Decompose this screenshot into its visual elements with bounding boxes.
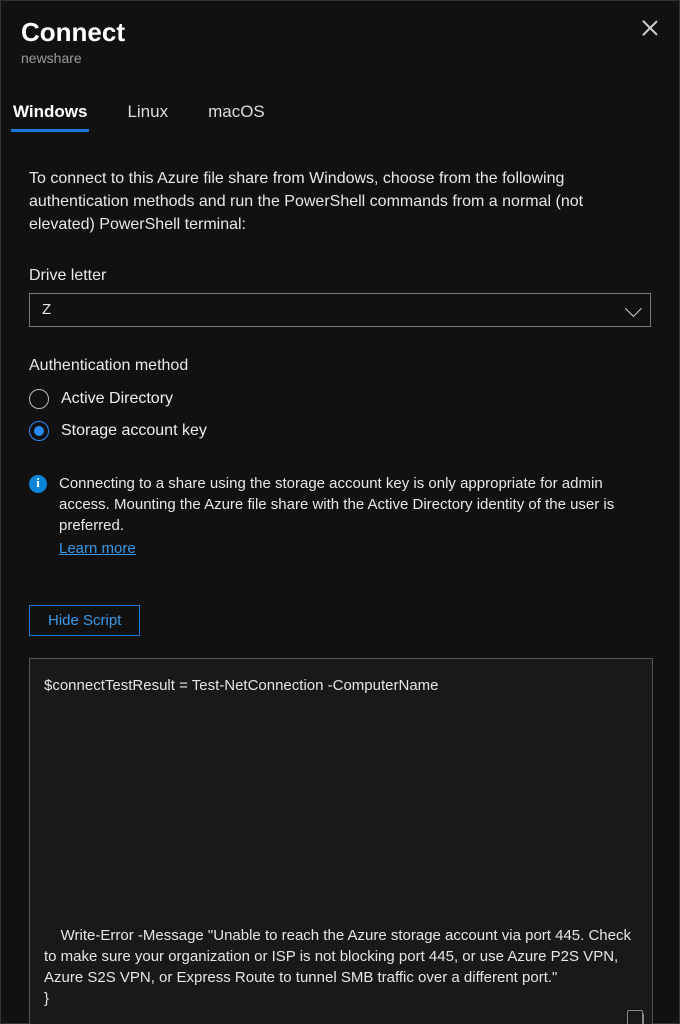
learn-more-link[interactable]: Learn more <box>59 538 136 559</box>
copy-icon[interactable] <box>630 1013 644 1024</box>
tab-linux[interactable]: Linux <box>125 96 170 132</box>
radio-storage-account-key[interactable]: Storage account key <box>29 415 651 447</box>
connect-panel: Connect newshare Windows Linux macOS To … <box>0 0 680 1024</box>
radio-label: Storage account key <box>61 422 207 440</box>
info-icon: i <box>29 475 47 493</box>
page-title: Connect <box>21 17 659 48</box>
script-output: $connectTestResult = Test-NetConnection … <box>29 658 653 1024</box>
hide-script-button[interactable]: Hide Script <box>29 605 140 636</box>
info-text: Connecting to a share using the storage … <box>59 475 614 534</box>
auth-method-group: Active Directory Storage account key <box>29 383 651 447</box>
script-line-bottom: Write-Error -Message "Unable to reach th… <box>44 925 638 1009</box>
page-subtitle: newshare <box>21 50 659 66</box>
auth-method-label: Authentication method <box>29 357 651 375</box>
script-line-top: $connectTestResult = Test-NetConnection … <box>44 675 638 696</box>
info-content: Connecting to a share using the storage … <box>59 473 651 559</box>
intro-text: To connect to this Azure file share from… <box>29 167 651 237</box>
tab-windows[interactable]: Windows <box>11 96 89 132</box>
info-callout: i Connecting to a share using the storag… <box>29 473 651 559</box>
drive-letter-label: Drive letter <box>29 267 651 285</box>
panel-body: To connect to this Azure file share from… <box>1 133 679 1024</box>
panel-header: Connect newshare <box>1 1 679 70</box>
radio-icon <box>29 421 49 441</box>
radio-label: Active Directory <box>61 390 173 408</box>
chevron-down-icon <box>625 300 642 317</box>
radio-selected-dot <box>34 426 44 436</box>
tab-macos[interactable]: macOS <box>206 96 267 132</box>
radio-active-directory[interactable]: Active Directory <box>29 383 651 415</box>
drive-letter-select[interactable]: Z <box>29 293 651 327</box>
radio-icon <box>29 389 49 409</box>
tab-bar: Windows Linux macOS <box>1 70 679 133</box>
drive-letter-value: Z <box>42 301 51 318</box>
close-icon[interactable] <box>641 19 659 37</box>
